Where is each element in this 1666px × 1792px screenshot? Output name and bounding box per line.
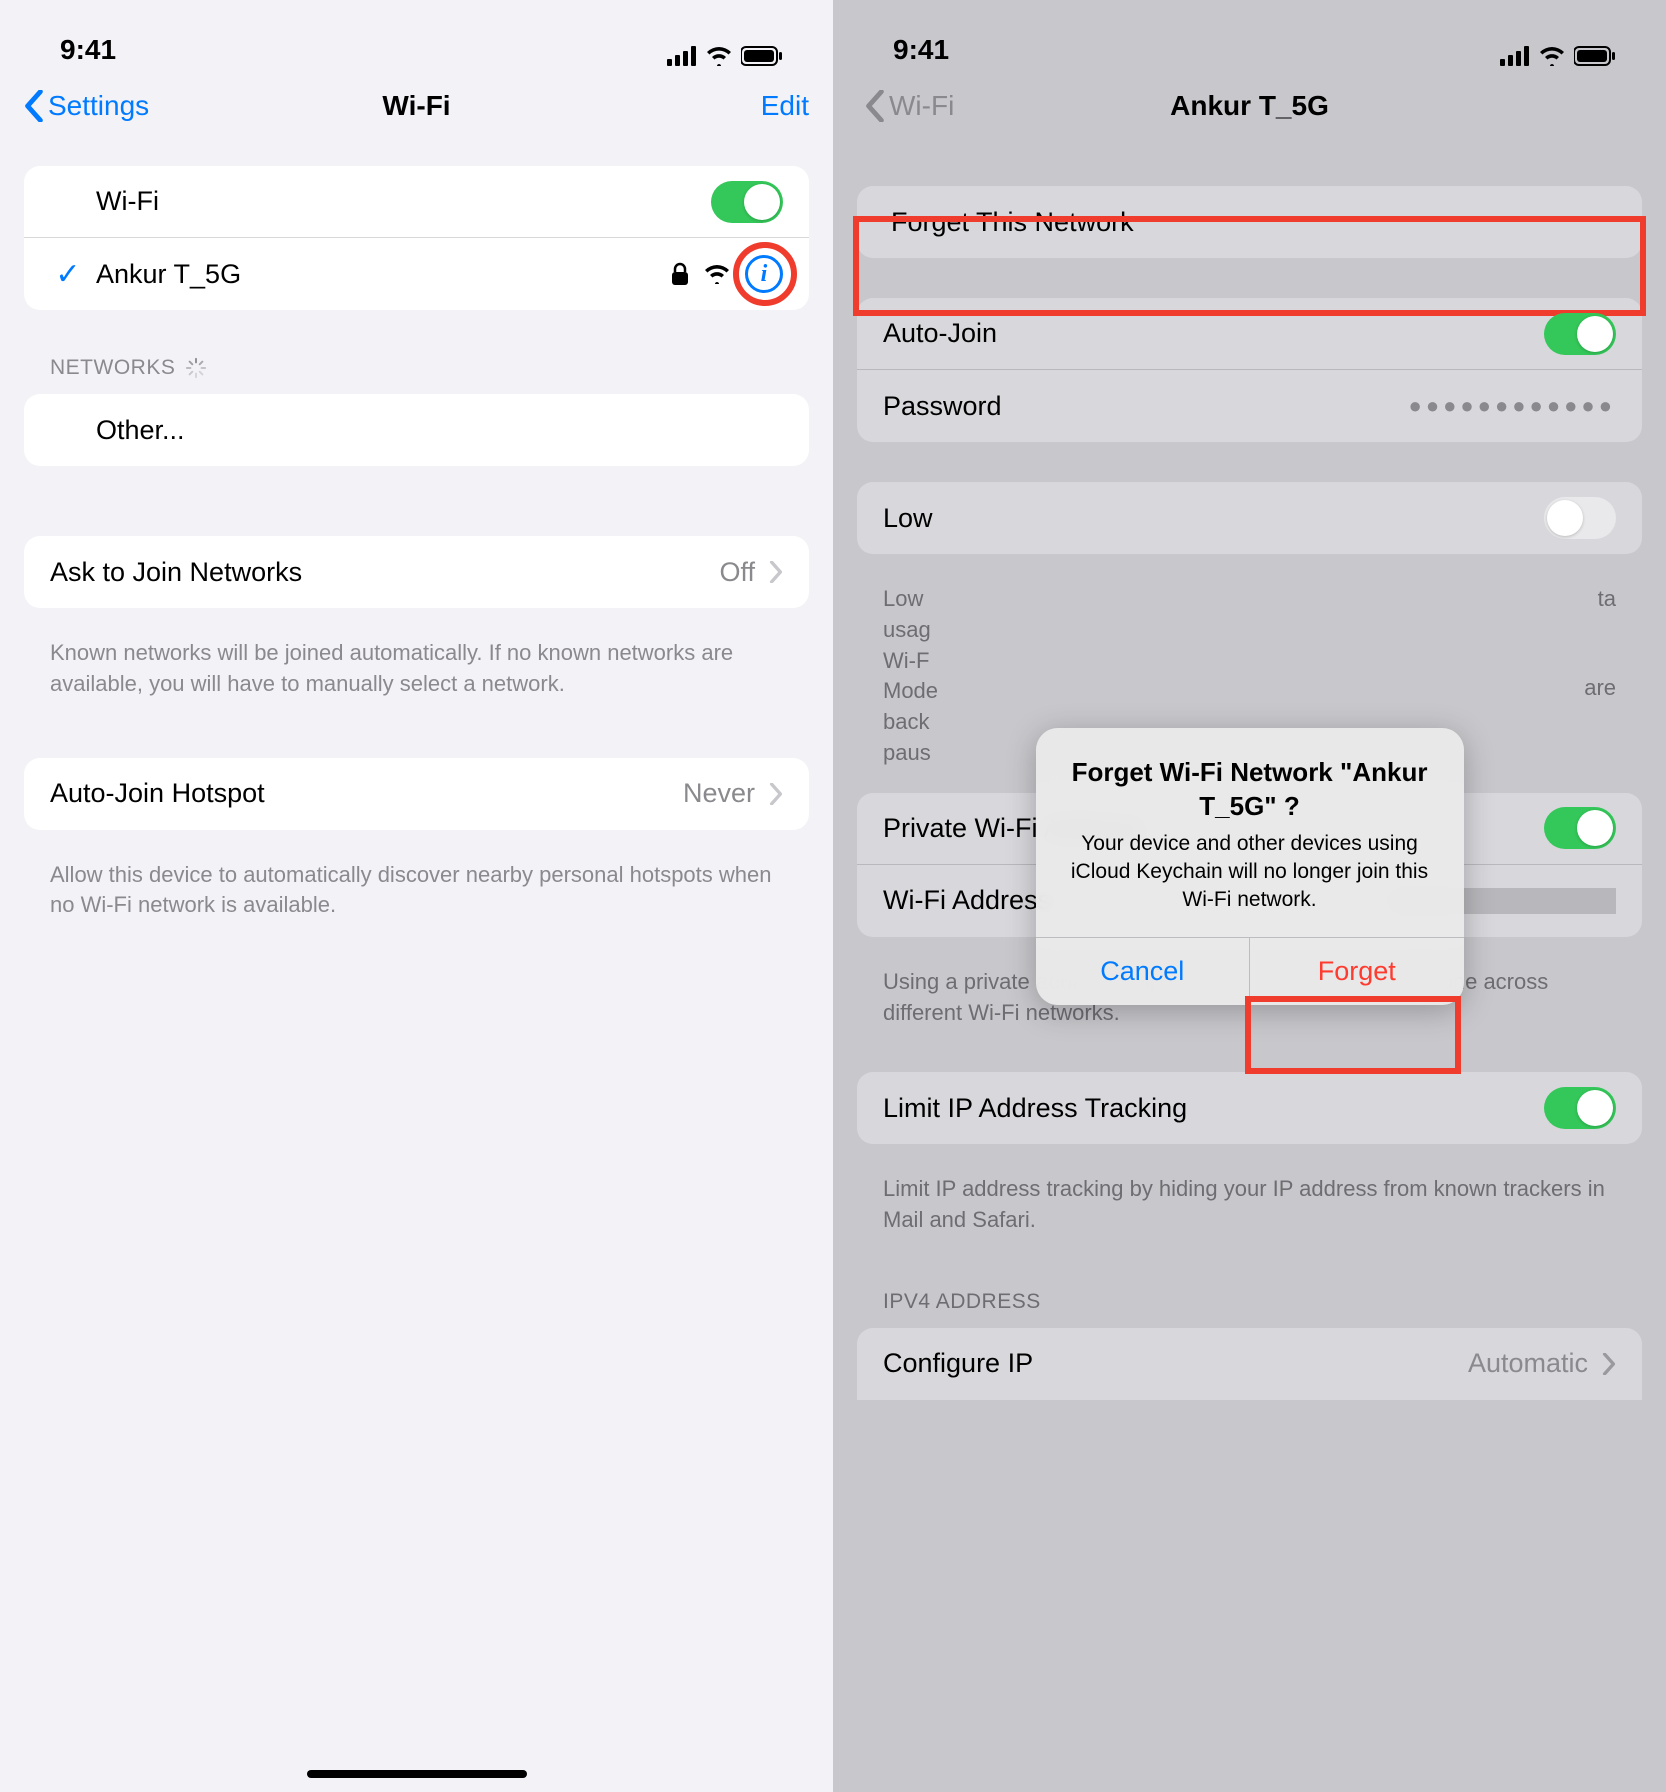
status-icons [1500, 46, 1616, 66]
back-to-settings[interactable]: Settings [24, 90, 149, 122]
status-time: 9:41 [60, 34, 116, 66]
configure-ip-row[interactable]: Configure IP Automatic [857, 1328, 1642, 1400]
alert-title: Forget Wi-Fi Network "Ankur T_5G" ? [1060, 756, 1440, 824]
cellular-icon [1500, 46, 1530, 66]
status-bar: 9:41 [0, 0, 833, 70]
forget-card: Forget This Network [857, 186, 1642, 258]
nav-bar: Wi-Fi Ankur T_5G [833, 70, 1666, 146]
configure-ip-label: Configure IP [883, 1348, 1468, 1379]
alert-message: Your device and other devices using iClo… [1060, 830, 1440, 915]
nav-title: Ankur T_5G [1170, 90, 1329, 122]
checkmark-icon: ✓ [54, 257, 82, 292]
back-label: Settings [48, 90, 149, 122]
password-value: ●●●●●●●●●●●● [1409, 393, 1616, 419]
battery-icon [1574, 46, 1616, 66]
auto-hotspot-card: Auto-Join Hotspot Never [24, 758, 809, 830]
auto-join-switch[interactable] [1544, 313, 1616, 355]
other-label: Other... [96, 415, 783, 446]
network-detail-screen: 9:41 Wi-Fi Ankur T_5G Forget This Networ… [833, 0, 1666, 1792]
wifi-icon [1538, 46, 1566, 66]
autojoin-card: Auto-Join Password ●●●●●●●●●●●● [857, 298, 1642, 442]
back-to-wifi[interactable]: Wi-Fi [865, 90, 954, 122]
forget-label: Forget This Network [891, 207, 1134, 238]
chevron-right-icon [769, 561, 783, 583]
auto-hotspot-label: Auto-Join Hotspot [50, 778, 683, 809]
other-network-row[interactable]: Other... [24, 394, 809, 466]
alert-forget-button[interactable]: Forget [1250, 938, 1464, 1005]
back-label: Wi-Fi [889, 90, 954, 122]
wifi-label: Wi-Fi [96, 186, 711, 217]
ask-join-value: Off [719, 557, 755, 588]
auto-hotspot-value: Never [683, 778, 755, 809]
status-time: 9:41 [893, 34, 949, 66]
low-data-switch[interactable] [1544, 497, 1616, 539]
chevron-back-icon [865, 90, 885, 122]
home-indicator[interactable] [307, 1770, 527, 1778]
info-icon[interactable]: i [745, 255, 783, 293]
wifi-switch[interactable] [711, 181, 783, 223]
chevron-right-icon [769, 783, 783, 805]
configure-ip-value: Automatic [1468, 1348, 1588, 1379]
battery-icon [741, 46, 783, 66]
password-row[interactable]: Password ●●●●●●●●●●●● [857, 370, 1642, 442]
ask-join-card: Ask to Join Networks Off [24, 536, 809, 608]
wifi-signal-icon [703, 264, 731, 284]
limit-ip-row: Limit IP Address Tracking [857, 1072, 1642, 1144]
chevron-back-icon [24, 90, 44, 122]
ask-join-label: Ask to Join Networks [50, 557, 719, 588]
status-bar: 9:41 [833, 0, 1666, 70]
limit-ip-footer: Limit IP address tracking by hiding your… [833, 1164, 1666, 1250]
forget-network-row[interactable]: Forget This Network [857, 186, 1642, 258]
wifi-settings-screen: 9:41 Settings Wi-Fi Edit Wi-Fi ✓ Ankur T… [0, 0, 833, 1792]
alert-cancel-button[interactable]: Cancel [1036, 938, 1251, 1005]
auto-join-row: Auto-Join [857, 298, 1642, 370]
limit-ip-switch[interactable] [1544, 1087, 1616, 1129]
forget-alert: Forget Wi-Fi Network "Ankur T_5G" ? Your… [1036, 728, 1464, 1005]
cellular-icon [667, 46, 697, 66]
limit-ip-label: Limit IP Address Tracking [883, 1093, 1544, 1124]
password-label: Password [883, 391, 1409, 422]
low-data-label: Low [883, 503, 1544, 534]
nav-bar: Settings Wi-Fi Edit [0, 70, 833, 146]
wifi-toggle-card: Wi-Fi ✓ Ankur T_5G i [24, 166, 809, 310]
connected-network-row[interactable]: ✓ Ankur T_5G i [24, 238, 809, 310]
limit-ip-card: Limit IP Address Tracking [857, 1072, 1642, 1144]
status-icons [667, 46, 783, 66]
spinner-icon [185, 357, 207, 379]
wifi-toggle-row: Wi-Fi [24, 166, 809, 238]
auto-join-label: Auto-Join [883, 318, 1544, 349]
nav-title: Wi-Fi [382, 90, 450, 122]
ask-join-footer: Known networks will be joined automatica… [0, 628, 833, 714]
lowdata-card: Low [857, 482, 1642, 554]
lock-icon [671, 262, 689, 286]
low-data-row: Low [857, 482, 1642, 554]
auto-hotspot-row[interactable]: Auto-Join Hotspot Never [24, 758, 809, 830]
private-address-switch[interactable] [1544, 807, 1616, 849]
ipv4-header: IPV4 ADDRESS [833, 1250, 1666, 1324]
networks-header: NETWORKS [0, 330, 833, 390]
connected-network-name: Ankur T_5G [96, 259, 671, 290]
ipv4-card: Configure IP Automatic [857, 1328, 1642, 1400]
other-networks-card: Other... [24, 394, 809, 466]
chevron-right-icon [1602, 1353, 1616, 1375]
edit-button[interactable]: Edit [761, 90, 809, 122]
wifi-icon [705, 46, 733, 66]
auto-hotspot-footer: Allow this device to automatically disco… [0, 850, 833, 936]
ask-join-row[interactable]: Ask to Join Networks Off [24, 536, 809, 608]
